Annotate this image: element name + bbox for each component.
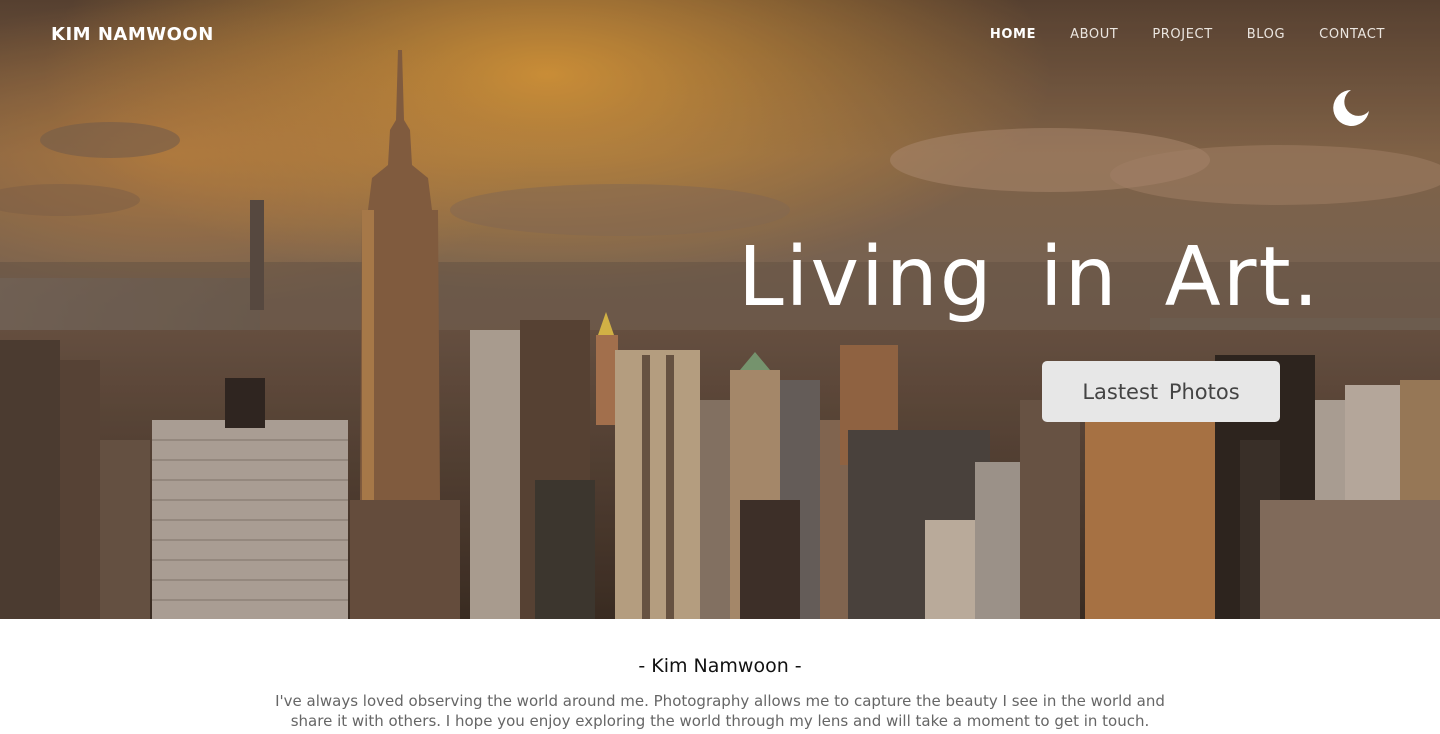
nav-project[interactable]: PROJECT (1152, 27, 1212, 42)
latest-photos-button[interactable]: Lastest Photos (1042, 361, 1280, 422)
brand-logo[interactable]: KIM NAMWOON (51, 24, 214, 45)
nav-contact[interactable]: CONTACT (1319, 27, 1385, 42)
theme-toggle-button[interactable] (1332, 89, 1370, 127)
nav-about[interactable]: ABOUT (1070, 27, 1118, 42)
nav-blog[interactable]: BLOG (1247, 27, 1285, 42)
nav-home[interactable]: HOME (990, 27, 1036, 42)
intro-section: - Kim Namwoon - I've always loved observ… (0, 619, 1440, 731)
hero-section: KIM NAMWOON HOME ABOUT PROJECT BLOG CONT… (0, 0, 1440, 619)
main-nav: HOME ABOUT PROJECT BLOG CONTACT (990, 27, 1385, 42)
moon-icon (1333, 90, 1369, 126)
intro-text: I've always loved observing the world ar… (275, 692, 1165, 730)
intro-name: - Kim Namwoon - (638, 655, 802, 677)
hero-headline: Living in Art. (738, 230, 1321, 325)
